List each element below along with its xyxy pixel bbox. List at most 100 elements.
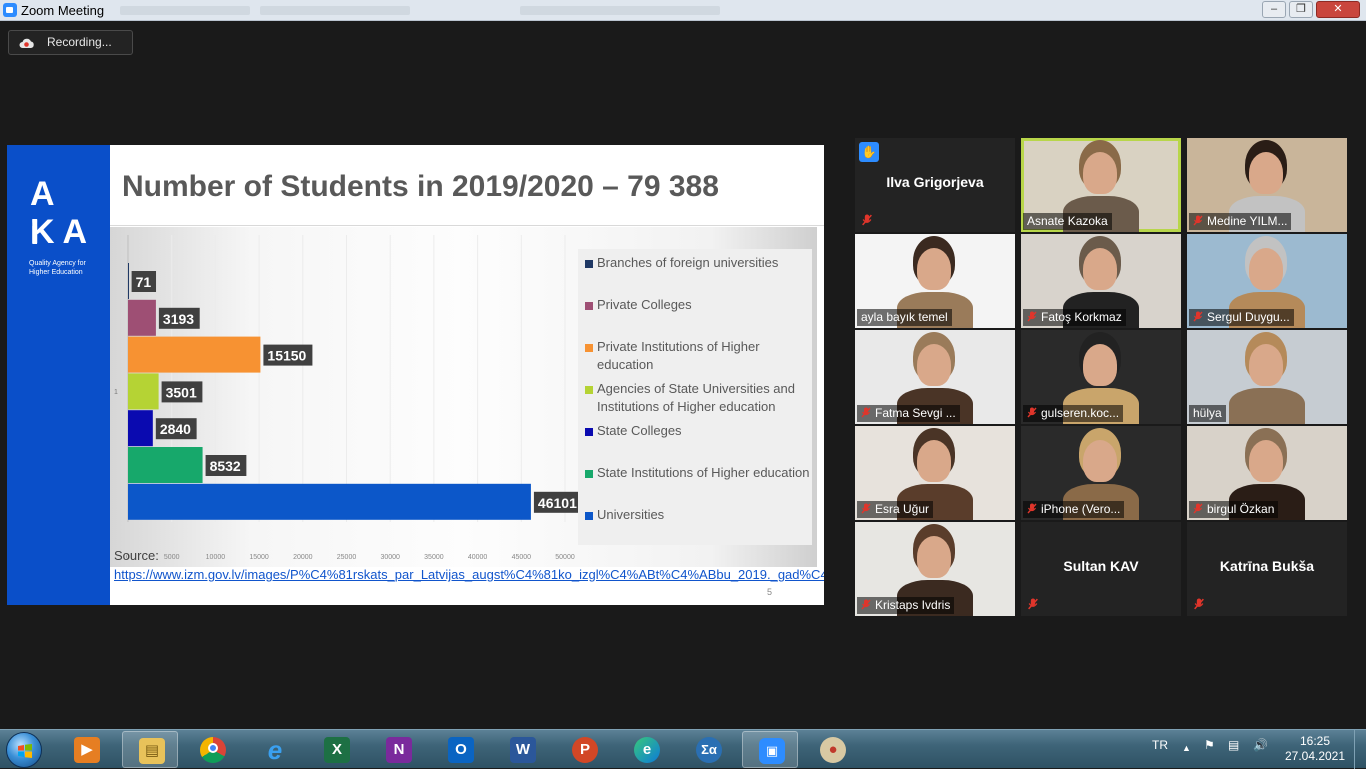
titlebar-ghost-tab (260, 6, 410, 15)
participant-tile[interactable]: Sergul Duygu... (1187, 234, 1347, 328)
participant-name-tag: birgul Özkan (1189, 501, 1279, 518)
muted-mic-icon (1027, 503, 1037, 514)
titlebar-ghost-tab (120, 6, 250, 15)
data-label: 15150 (267, 348, 306, 364)
x-tick-label: 45000 (512, 554, 532, 561)
participant-video-head (1249, 248, 1283, 290)
legend-label: Branches of foreign universities (597, 255, 779, 270)
legend-item: State Institutions of Higher education (585, 464, 811, 482)
maximize-button[interactable]: ❐ (1289, 1, 1313, 18)
legend-label: State Institutions of Higher education (597, 465, 810, 480)
start-button[interactable] (6, 732, 42, 768)
participant-tile[interactable]: hülya (1187, 330, 1347, 424)
x-tick-label: 35000 (424, 554, 444, 561)
participant-name-tag: hülya (1189, 405, 1226, 422)
participant-tile[interactable]: ayla bayık temel (855, 234, 1015, 328)
taskbar-clock[interactable]: 16:25 27.04.2021 (1284, 734, 1346, 764)
participant-name: Fatma Sevgi ... (875, 406, 956, 420)
chart-area: 1 0 5000 10000 15000 20000 25000 30000 35000 4000… (110, 227, 817, 567)
participant-name-tag: Sergul Duygu... (1189, 309, 1294, 326)
data-label: 46101 (538, 495, 577, 511)
taskbar-paint[interactable]: ● (804, 731, 860, 768)
windows-flag-icon (18, 744, 32, 758)
participant-tile[interactable]: iPhone (Vero... (1021, 426, 1181, 520)
participant-video-body (1229, 388, 1305, 424)
legend-label: Universities (597, 507, 665, 522)
participant-tile[interactable]: birgul Özkan (1187, 426, 1347, 520)
zoom-icon: ▣ (759, 738, 785, 764)
legend-label: State Colleges (597, 423, 682, 438)
bar-chart: 10 5000 10000 15000 20000 25000 30000 35000 4000… (114, 235, 578, 561)
volume-icon[interactable]: 🔊 (1253, 738, 1268, 752)
taskbar-chrome[interactable] (184, 731, 240, 768)
media-player-icon: ▶ (74, 737, 100, 763)
aika-logo-line2: KA (30, 213, 96, 251)
participant-tile[interactable]: Esra Uğur (855, 426, 1015, 520)
muted-mic-icon (1193, 311, 1203, 322)
action-center-icon[interactable]: ⚑ (1204, 738, 1215, 752)
taskbar-media-player[interactable]: ▶ (58, 731, 114, 768)
taskbar-word[interactable]: W (494, 731, 550, 768)
internet-explorer-icon: e (267, 735, 283, 765)
participant-video-head (1249, 344, 1283, 386)
participant-tile[interactable]: Sultan KAV (1021, 522, 1181, 616)
taskbar-onenote[interactable]: N (370, 731, 426, 768)
network-icon[interactable]: ▤ (1228, 738, 1239, 752)
clock-date: 27.04.2021 (1284, 749, 1346, 763)
recording-label: Recording... (47, 35, 112, 49)
participant-tile[interactable]: Fatoş Korkmaz (1021, 234, 1181, 328)
participant-name: Kristaps Ivdris (875, 598, 951, 612)
legend-swatch (585, 470, 593, 478)
muted-mic-icon (861, 599, 871, 610)
participant-name-tag: Kristaps Ivdris (857, 597, 955, 614)
participant-tile[interactable]: Medine YILM... (1187, 138, 1347, 232)
aika-tagline: Quality Agency for Higher Education (29, 260, 86, 276)
x-tick-label: 15000 (249, 554, 269, 561)
participant-tile[interactable]: gulseren.koc... (1021, 330, 1181, 424)
muted-mic-icon (862, 214, 872, 226)
participant-name: Fatoş Korkmaz (1041, 310, 1122, 324)
word-icon: W (510, 737, 536, 763)
participant-tile[interactable]: Fatma Sevgi ... (855, 330, 1015, 424)
taskbar-excel[interactable]: X (308, 731, 364, 768)
taskbar-file-explorer[interactable]: ▤ (122, 731, 178, 768)
bar-5 (128, 410, 153, 447)
onenote-icon: N (386, 737, 412, 763)
bar-4 (128, 373, 159, 410)
participant-tile[interactable]: Katrīna Bukša (1187, 522, 1347, 616)
taskbar-zoom[interactable]: ▣ (742, 731, 798, 768)
participant-name-tag: Esra Uğur (857, 501, 934, 518)
shared-screen-slide: A i KA Quality Agency for Higher Educati… (7, 145, 824, 605)
legend-item: Private Institutions of Higher education (585, 338, 811, 374)
legend-swatch (585, 386, 593, 394)
show-desktop-button[interactable] (1354, 730, 1366, 769)
chart-legend: Branches of foreign universities Private … (578, 249, 812, 545)
close-button[interactable]: ✕ (1316, 1, 1360, 18)
legend-item: Private Colleges (585, 296, 811, 314)
minimize-button[interactable]: – (1262, 1, 1286, 18)
participant-tile[interactable]: Ilva Grigorjeva ✋ (855, 138, 1015, 232)
folder-icon: ▤ (139, 738, 165, 764)
taskbar-edge[interactable]: e (618, 731, 674, 768)
edge-icon: e (634, 737, 660, 763)
data-label: 8532 (210, 458, 241, 474)
participant-name-tag: Fatma Sevgi ... (857, 405, 960, 422)
participant-tile[interactable]: Asnate Kazoka (1021, 138, 1181, 232)
window-title: Zoom Meeting (21, 3, 105, 18)
outlook-icon: O (448, 737, 474, 763)
language-indicator[interactable]: TR (1152, 738, 1168, 752)
muted-mic-icon (861, 503, 871, 514)
source-link[interactable]: https://www.izm.gov.lv/images/P%C4%81rsk… (114, 566, 824, 584)
tray-expand-icon[interactable]: ▲ (1182, 743, 1191, 753)
participant-name-tag: Medine YILM... (1189, 213, 1292, 230)
taskbar-math-input[interactable]: Σα (680, 731, 736, 768)
taskbar-internet-explorer[interactable]: e (246, 731, 302, 768)
legend-label: Agencies of State Universities and Insti… (597, 381, 795, 414)
taskbar-powerpoint[interactable]: P (556, 731, 612, 768)
recording-indicator[interactable]: Recording... (8, 30, 133, 55)
x-tick-label: 20000 (293, 554, 313, 561)
participant-name: Sergul Duygu... (1207, 310, 1290, 324)
legend-swatch (585, 302, 593, 310)
participant-tile[interactable]: Kristaps Ivdris (855, 522, 1015, 616)
taskbar-outlook[interactable]: O (432, 731, 488, 768)
